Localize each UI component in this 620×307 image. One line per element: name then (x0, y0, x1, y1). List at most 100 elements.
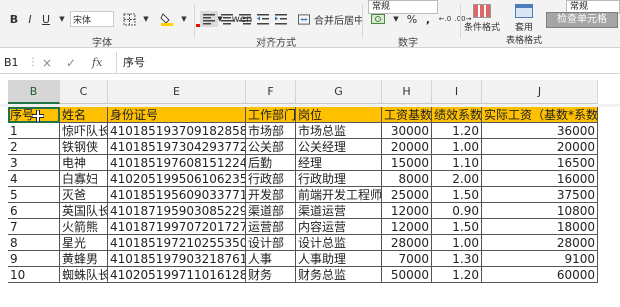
increase-decimal-icon[interactable]: ←.0 (436, 11, 454, 27)
table-cell[interactable]: 1.30 (432, 251, 482, 267)
table-cell[interactable]: 37500 (482, 187, 598, 203)
table-cell[interactable]: 12000 (382, 219, 432, 235)
header-cell[interactable]: 工资基数 (382, 107, 432, 123)
table-cell[interactable]: 1.20 (432, 123, 482, 139)
cell-style-check-cell[interactable]: 检查单元格 (546, 12, 618, 28)
table-cell[interactable]: 开发部 (246, 187, 296, 203)
header-cell[interactable]: 工作部门 (246, 107, 296, 123)
table-cell[interactable]: 4 (8, 171, 60, 187)
table-cell[interactable]: 1.50 (432, 219, 482, 235)
table-cell[interactable]: 9 (8, 251, 60, 267)
table-cell[interactable]: 410205199711016128 (108, 267, 246, 283)
table-cell[interactable]: 公关部 (246, 139, 296, 155)
conditional-format-button[interactable]: 条件格式 (464, 4, 500, 33)
table-cell[interactable]: 人事 (246, 251, 296, 267)
header-cell[interactable]: 姓名 (60, 107, 108, 123)
percent-button[interactable]: % (404, 11, 420, 27)
column-header-I[interactable]: I (432, 80, 482, 104)
table-cell[interactable]: 12000 (382, 203, 432, 219)
table-cell[interactable]: 1.00 (432, 139, 482, 155)
table-cell[interactable]: 渠道部 (246, 203, 296, 219)
table-cell[interactable]: 蜘蛛队长 (60, 267, 108, 283)
header-cell[interactable]: 实际工资（基数*系数） (482, 107, 598, 123)
table-cell[interactable]: 公关经理 (296, 139, 382, 155)
column-header-E[interactable]: E (108, 80, 246, 104)
underline-button[interactable]: U (38, 11, 54, 27)
table-cell[interactable]: 1.50 (432, 187, 482, 203)
name-box[interactable]: B1 (4, 54, 26, 72)
table-cell[interactable]: 后勤 (246, 155, 296, 171)
table-cell[interactable]: 英国队长 (60, 203, 108, 219)
table-cell[interactable]: 410185197903218761 (108, 251, 246, 267)
table-cell[interactable]: 行政部 (246, 171, 296, 187)
underline-dropdown-icon[interactable]: ▼ (54, 11, 70, 27)
merge-center-icon[interactable] (296, 11, 312, 27)
table-cell[interactable]: 3 (8, 155, 60, 171)
table-cell[interactable]: 星光 (60, 235, 108, 251)
table-cell[interactable]: 20000 (482, 139, 598, 155)
table-cell[interactable]: 设计总监 (296, 235, 382, 251)
table-cell[interactable]: 2.00 (432, 171, 482, 187)
table-cell[interactable]: 10800 (482, 203, 598, 219)
confirm-icon[interactable]: ✓ (66, 54, 76, 72)
header-cell[interactable]: 绩效系数 (432, 107, 482, 123)
table-cell[interactable]: 财务总监 (296, 267, 382, 283)
dropdown-icon[interactable]: ▼ (138, 11, 154, 27)
table-cell[interactable]: 1.10 (432, 155, 482, 171)
table-cell[interactable]: 410185193709182858 (108, 123, 246, 139)
table-cell[interactable]: 市场部 (246, 123, 296, 139)
table-cell[interactable]: 黄蜂男 (60, 251, 108, 267)
italic-button[interactable]: I (22, 11, 38, 27)
insert-function-icon[interactable]: fx (92, 54, 102, 72)
table-cell[interactable]: 电神 (60, 155, 108, 171)
column-header-C[interactable]: C (60, 80, 108, 104)
table-cell[interactable]: 9100 (482, 251, 598, 267)
currency-icon[interactable] (368, 11, 388, 27)
table-cell[interactable]: 20000 (382, 139, 432, 155)
table-cell[interactable]: 410185195609033771 (108, 187, 246, 203)
decrease-indent-icon[interactable] (254, 11, 272, 27)
table-cell[interactable]: 36000 (482, 123, 598, 139)
table-cell[interactable]: 行政助理 (296, 171, 382, 187)
format-as-table-button[interactable]: 套用 表格格式 (506, 4, 542, 46)
table-cell[interactable]: 410185197608151224 (108, 155, 246, 171)
align-left-icon[interactable] (200, 11, 218, 27)
table-cell[interactable]: 7000 (382, 251, 432, 267)
fill-color-button[interactable] (158, 11, 176, 27)
table-cell[interactable]: 60000 (482, 267, 598, 283)
formula-input[interactable]: 序号 (116, 52, 620, 74)
table-cell[interactable]: 设计部 (246, 235, 296, 251)
table-cell[interactable]: 28000 (382, 235, 432, 251)
borders-icon[interactable] (120, 11, 138, 27)
dropdown-icon[interactable]: ▼ (176, 11, 192, 27)
table-cell[interactable]: 16500 (482, 155, 598, 171)
comma-button[interactable]: , (420, 11, 436, 27)
table-cell[interactable]: 15000 (382, 155, 432, 171)
table-cell[interactable]: 2 (8, 139, 60, 155)
more-icon[interactable]: ⋮ (28, 54, 38, 72)
table-cell[interactable]: 渠道运营 (296, 203, 382, 219)
table-cell[interactable]: 16000 (482, 171, 598, 187)
table-cell[interactable]: 50000 (382, 267, 432, 283)
column-header-B[interactable]: B (8, 80, 60, 104)
align-right-icon[interactable] (236, 11, 254, 27)
table-cell[interactable]: 410185197304293772 (108, 139, 246, 155)
cancel-icon[interactable]: × (42, 54, 52, 72)
column-header-J[interactable]: J (482, 80, 598, 104)
align-center-icon[interactable] (218, 11, 236, 27)
column-header-F[interactable]: F (246, 80, 296, 104)
merge-center-button[interactable]: 合并后居中 (312, 11, 366, 27)
table-cell[interactable]: 410205199506106235 (108, 171, 246, 187)
table-cell[interactable]: 白寡妇 (60, 171, 108, 187)
table-cell[interactable]: 10 (8, 267, 60, 283)
header-cell[interactable]: 身份证号 (108, 107, 246, 123)
increase-indent-icon[interactable] (272, 11, 290, 27)
table-cell[interactable]: 410187195903085229 (108, 203, 246, 219)
header-cell[interactable]: 岗位 (296, 107, 382, 123)
table-cell[interactable]: 8000 (382, 171, 432, 187)
table-cell[interactable]: 7 (8, 219, 60, 235)
table-cell[interactable]: 运营部 (246, 219, 296, 235)
table-cell[interactable]: 财务 (246, 267, 296, 283)
column-header-H[interactable]: H (382, 80, 432, 104)
table-cell[interactable]: 火箭熊 (60, 219, 108, 235)
